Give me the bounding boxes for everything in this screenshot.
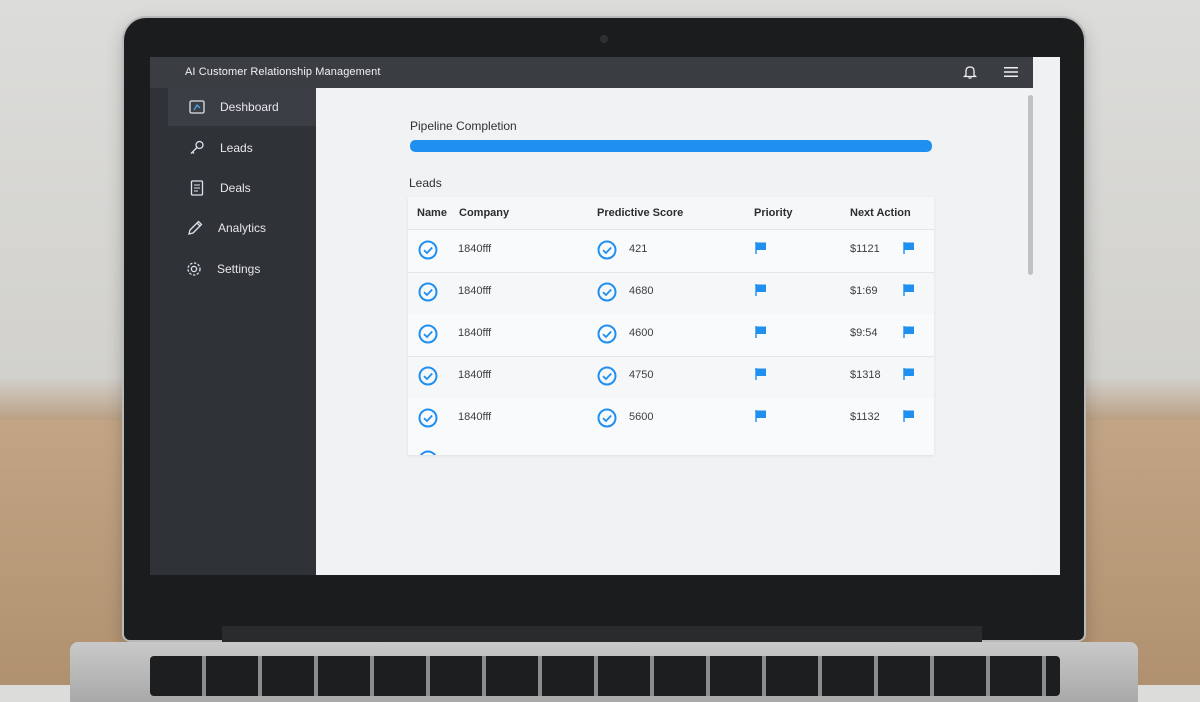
priority-flag-icon[interactable] xyxy=(754,409,768,423)
next-action-flag-icon[interactable] xyxy=(902,409,916,423)
score-check-icon xyxy=(597,366,617,386)
next-action-cell: $1:69 xyxy=(850,285,878,297)
check-circle-icon[interactable] xyxy=(418,282,438,302)
sidebar-item-label: Analytics xyxy=(218,221,267,235)
column-header-company[interactable]: Company xyxy=(459,207,509,219)
table-row[interactable]: 1840fff 5600 $1132 xyxy=(408,398,934,441)
notification-bell-icon[interactable] xyxy=(962,64,978,80)
next-action-cell: $1121 xyxy=(850,243,880,255)
document-icon xyxy=(190,180,204,196)
company-cell: 1840fff xyxy=(458,411,492,423)
keyboard xyxy=(150,656,1060,696)
check-circle-icon[interactable] xyxy=(418,240,438,260)
sidebar-item-dashboard[interactable]: Deshboard xyxy=(188,95,279,119)
screen: AI Customer Relationship Management Desh… xyxy=(150,57,1060,575)
predictive-score-cell: 5600 xyxy=(629,411,654,423)
sidebar: Deshboard Leads Deals Analytics Settings xyxy=(150,88,316,575)
pipeline-progress-bar xyxy=(410,140,932,152)
table-row[interactable]: 1840fff 4600 $9:54 xyxy=(408,314,934,357)
predictive-score-cell: 4680 xyxy=(629,285,654,297)
leads-table: Name Company Predictive Score Priority N… xyxy=(408,197,934,455)
key-icon xyxy=(190,140,204,154)
predictive-score-cell: 4750 xyxy=(629,369,654,381)
company-cell: 1840fff xyxy=(458,285,492,297)
company-cell: 1840fff xyxy=(458,243,492,255)
column-header-next-action[interactable]: Next Action xyxy=(850,207,911,219)
next-action-flag-icon[interactable] xyxy=(902,367,916,381)
sidebar-item-settings[interactable]: Settings xyxy=(185,257,260,281)
company-cell: 1840fff xyxy=(458,369,492,381)
column-header-predictive-score[interactable]: Predictive Score xyxy=(597,207,683,219)
sidebar-item-deals[interactable]: Deals xyxy=(188,176,251,200)
laptop-hinge xyxy=(222,626,982,642)
priority-flag-icon[interactable] xyxy=(754,367,768,381)
sidebar-item-analytics[interactable]: Analytics xyxy=(186,216,266,240)
next-action-flag-icon[interactable] xyxy=(902,241,916,255)
table-row[interactable]: 1840fff 421 $1121 xyxy=(408,230,934,273)
next-action-flag-icon[interactable] xyxy=(902,283,916,297)
hamburger-menu-icon[interactable] xyxy=(1003,65,1019,79)
sidebar-item-label: Deals xyxy=(220,181,251,195)
score-check-icon xyxy=(597,408,617,428)
predictive-score-cell: 4600 xyxy=(629,327,654,339)
next-action-cell: $9:54 xyxy=(850,327,878,339)
score-check-icon xyxy=(597,324,617,344)
table-row-partial xyxy=(408,440,934,455)
dashboard-icon xyxy=(189,100,205,114)
title-bar: AI Customer Relationship Management xyxy=(150,57,1033,88)
next-action-cell: $1318 xyxy=(850,369,881,381)
webcam xyxy=(600,35,608,43)
app-title: AI Customer Relationship Management xyxy=(185,66,381,78)
check-circle-icon[interactable] xyxy=(418,324,438,344)
next-action-flag-icon[interactable] xyxy=(902,325,916,339)
priority-flag-icon[interactable] xyxy=(754,241,768,255)
pipeline-progress-fill xyxy=(410,140,932,152)
gear-icon xyxy=(187,262,201,276)
check-circle-icon xyxy=(419,450,437,455)
column-header-priority[interactable]: Priority xyxy=(754,207,793,219)
table-row[interactable]: 1840fff 4750 $1318 xyxy=(408,356,934,399)
priority-flag-icon[interactable] xyxy=(754,283,768,297)
sidebar-item-label: Deshboard xyxy=(220,100,279,114)
table-header: Name Company Predictive Score Priority N… xyxy=(408,197,934,230)
score-check-icon xyxy=(597,282,617,302)
predictive-score-cell: 421 xyxy=(629,243,648,255)
pencil-icon xyxy=(188,220,203,235)
check-circle-icon[interactable] xyxy=(418,408,438,428)
score-check-icon xyxy=(597,240,617,260)
table-row[interactable]: 1840fff 4680 $1:69 xyxy=(408,272,934,315)
next-action-cell: $1132 xyxy=(850,411,880,423)
content-scrollbar[interactable] xyxy=(1028,95,1033,275)
column-header-name[interactable]: Name xyxy=(417,207,447,219)
sidebar-item-label: Leads xyxy=(220,141,253,155)
sidebar-item-label: Settings xyxy=(217,262,261,276)
leads-section-title: Leads xyxy=(409,176,442,190)
sidebar-item-leads[interactable]: Leads xyxy=(188,136,253,160)
priority-flag-icon[interactable] xyxy=(754,325,768,339)
pipeline-title: Pipeline Completion xyxy=(410,119,517,133)
check-circle-icon[interactable] xyxy=(418,366,438,386)
company-cell: 1840fff xyxy=(458,327,492,339)
